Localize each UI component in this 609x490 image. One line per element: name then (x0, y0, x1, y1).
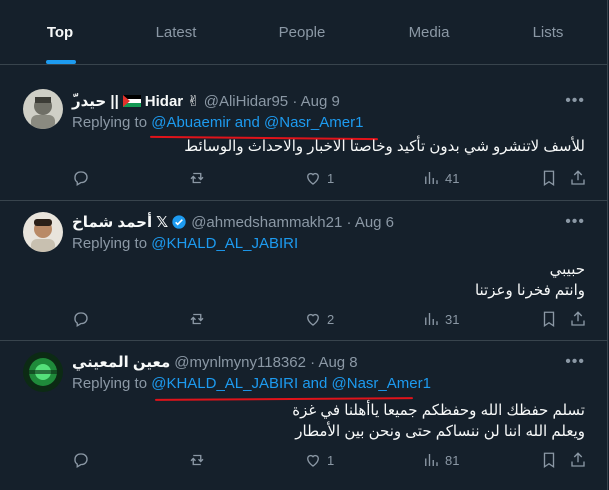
reply-button[interactable] (72, 450, 90, 470)
share-icon (571, 452, 585, 467)
replying-to-label: Replying to (72, 375, 152, 392)
like-button[interactable]: 1 (304, 450, 334, 470)
palestine-flag-icon (122, 95, 141, 107)
verified-badge-icon (171, 214, 187, 230)
share-button[interactable] (569, 450, 587, 470)
like-count: 1 (327, 170, 335, 186)
action-bar: 1 41 (72, 168, 587, 188)
victory-hand-icon: ✌ (187, 93, 200, 110)
post-text-line: تسلم حفظك الله وحفظكم جميعا ياأهلنا في غ… (292, 402, 585, 419)
tab-bar: Top Latest People Media Lists (0, 0, 607, 65)
display-name[interactable]: أحمد شماخ (72, 213, 152, 231)
tab-latest[interactable]: Latest (136, 0, 216, 64)
replying-to-label: Replying to (72, 114, 152, 131)
tab-lists[interactable]: Lists (508, 0, 588, 64)
post-text-line: حبيبي (549, 261, 585, 278)
reply-icon (74, 453, 88, 468)
bookmark-button[interactable] (540, 450, 558, 470)
post-header: أحمد شماخ 𝕏 @ahmedshammakh21 · Aug 6 (72, 213, 394, 232)
display-name[interactable]: معين المعيني (72, 353, 170, 371)
post-text-line: للأسف لاتنشرو شي بدون تأكيد وخاصتا الاخب… (184, 138, 585, 155)
view-count: 81 (445, 452, 460, 468)
replying-to-label: Replying to (72, 235, 152, 252)
replying-to: Replying to @KHALD_AL_JABIRI (72, 235, 298, 252)
replying-to: Replying to @KHALD_AL_JABIRI and @Nasr_A… (72, 375, 431, 392)
analytics-icon (425, 172, 438, 184)
bookmark-icon (543, 311, 555, 328)
handle-and-date[interactable]: @ahmedshammakh21 · Aug 6 (191, 214, 394, 231)
like-count: 2 (327, 311, 335, 327)
like-button[interactable]: 2 (304, 309, 334, 329)
tab-top[interactable]: Top (20, 0, 100, 64)
reply-button[interactable] (72, 309, 90, 329)
avatar[interactable] (23, 89, 63, 129)
display-name[interactable]: ّحيدر || (72, 92, 119, 110)
post-header: ّحيدر || Hidar ✌ @AliHidar95 · Aug 9 (72, 92, 340, 111)
analytics-icon (425, 454, 438, 466)
list-item[interactable]: معين المعيني @mynlmyny118362 · Aug 8 •••… (0, 341, 607, 490)
handle-and-date[interactable]: @mynlmyny118362 · Aug 8 (174, 354, 357, 371)
bookmark-button[interactable] (540, 309, 558, 329)
bookmark-icon (543, 452, 555, 469)
column-divider (607, 0, 608, 490)
reply-button[interactable] (72, 168, 90, 188)
view-count: 41 (445, 170, 460, 186)
list-item[interactable]: ّحيدر || Hidar ✌ @AliHidar95 · Aug 9 •••… (0, 80, 607, 201)
tab-media[interactable]: Media (389, 0, 469, 64)
heart-icon (307, 172, 319, 185)
action-bar: 1 81 (72, 450, 587, 470)
active-tab-indicator (46, 60, 76, 64)
display-name-latin[interactable]: Hidar (145, 93, 183, 110)
replying-to: Replying to @Abuaemir and @Nasr_Amer1 (72, 114, 363, 131)
heart-icon (307, 454, 319, 467)
like-count: 1 (327, 452, 335, 468)
list-item[interactable]: أحمد شماخ 𝕏 @ahmedshammakh21 · Aug 6 •••… (0, 201, 607, 341)
post-text: للأسف لاتنشرو شي بدون تأكيد وخاصتا الاخب… (184, 136, 585, 157)
post-text: تسلم حفظك الله وحفظكم جميعا ياأهلنا في غ… (292, 400, 585, 442)
view-count: 31 (445, 311, 460, 327)
repost-button[interactable] (188, 168, 206, 188)
avatar[interactable] (23, 212, 63, 252)
replying-to-mentions[interactable]: @KHALD_AL_JABIRI (151, 235, 298, 252)
post-text-line: ويعلم الله اننا لن ننساكم حتى ونحن بين ا… (295, 423, 585, 440)
repost-button[interactable] (188, 309, 206, 329)
views-button[interactable]: 41 (422, 168, 459, 188)
repost-button[interactable] (188, 450, 206, 470)
reply-icon (74, 312, 88, 327)
replying-to-mentions[interactable]: @Abuaemir and @Nasr_Amer1 (151, 114, 363, 131)
post-text: حبيبي وانتم فخرنا وعزتنا (475, 259, 585, 301)
more-options-icon[interactable]: ••• (565, 92, 585, 110)
like-button[interactable]: 1 (304, 168, 334, 188)
tab-people[interactable]: People (262, 0, 342, 64)
avatar[interactable] (23, 352, 63, 392)
bookmark-icon (543, 170, 555, 187)
x-logo-icon: 𝕏 (156, 214, 169, 231)
views-button[interactable]: 81 (422, 450, 459, 470)
share-button[interactable] (569, 309, 587, 329)
repost-icon (190, 313, 204, 325)
more-options-icon[interactable]: ••• (565, 353, 585, 371)
more-options-icon[interactable]: ••• (565, 213, 585, 231)
repost-icon (190, 172, 204, 184)
share-icon (571, 311, 585, 326)
share-button[interactable] (569, 168, 587, 188)
action-bar: 2 31 (72, 309, 587, 329)
views-button[interactable]: 31 (422, 309, 459, 329)
post-header: معين المعيني @mynlmyny118362 · Aug 8 (72, 353, 358, 372)
reply-icon (74, 171, 88, 186)
bookmark-button[interactable] (540, 168, 558, 188)
heart-icon (307, 313, 319, 326)
analytics-icon (425, 313, 438, 325)
replying-to-mentions[interactable]: @KHALD_AL_JABIRI and @Nasr_Amer1 (151, 375, 431, 392)
handle-and-date[interactable]: @AliHidar95 · Aug 9 (204, 93, 340, 110)
repost-icon (190, 454, 204, 466)
share-icon (571, 170, 585, 185)
post-text-line: وانتم فخرنا وعزتنا (474, 282, 585, 299)
